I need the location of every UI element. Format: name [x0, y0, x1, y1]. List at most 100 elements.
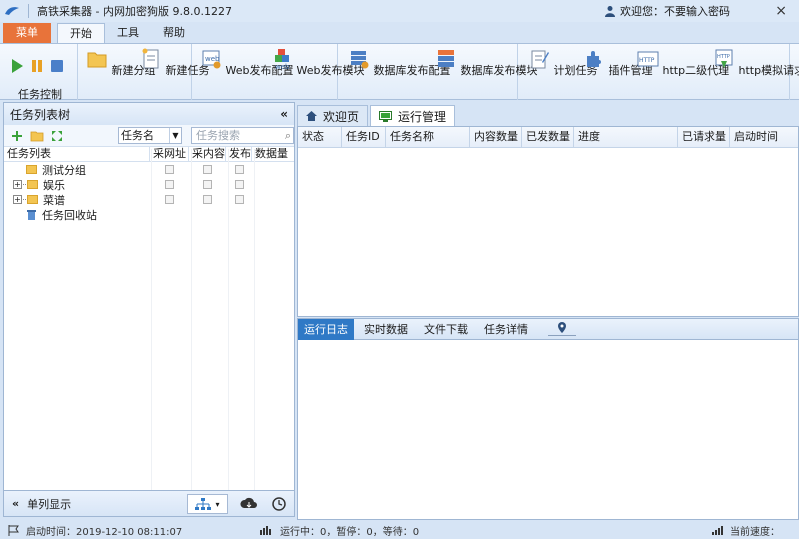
folder-new-icon [87, 52, 107, 68]
col-publish[interactable]: 发布 [226, 147, 252, 161]
app-logo-icon [5, 7, 19, 15]
hierarchy-view-button[interactable]: ▾ [187, 494, 228, 514]
tab-file-download[interactable]: 文件下载 [418, 319, 474, 340]
tree-item-test-group[interactable]: 测试分组 [4, 162, 294, 177]
search-icon[interactable]: ⌕ [285, 128, 291, 143]
ribbon: 任务控制 新建分组 新建任务 web Web发布配置 web Web发布模块 数… [0, 43, 799, 101]
db-module-button[interactable]: 数据库发布模块 [435, 48, 538, 78]
stop-icon[interactable] [50, 58, 64, 74]
publish-checkbox[interactable] [234, 195, 244, 204]
tree-connector [23, 199, 26, 200]
task-search-input[interactable]: 任务搜索 ⌕ [191, 127, 294, 144]
hierarchy-icon [195, 498, 212, 510]
recycle-bin-icon [27, 210, 36, 220]
run-table-header: 状态 任务ID 任务名称 内容数量 已发数量 进度 已请求量 启动时间 [298, 127, 798, 148]
schedule-icon [531, 50, 549, 69]
signal-icon [712, 526, 723, 535]
new-task-icon [142, 48, 159, 69]
task-tree-columns: 任务列表 采网址 采内容 发布 数据量 [4, 147, 294, 162]
expand-icon[interactable]: + [13, 180, 22, 189]
add-icon[interactable] [10, 130, 24, 142]
tab-tools[interactable]: 工具 [105, 23, 151, 43]
folder-icon [27, 180, 38, 189]
http-request-icon: HTTP [715, 49, 733, 68]
db-config-icon [351, 51, 369, 69]
tab-welcome[interactable]: 欢迎页 [297, 105, 369, 126]
col-start-time[interactable]: 启动时间 [730, 127, 798, 147]
tab-start[interactable]: 开始 [57, 23, 105, 43]
column-divider [191, 149, 192, 490]
pause-icon[interactable] [30, 58, 44, 74]
cloud-download-icon[interactable] [240, 497, 258, 511]
single-column-toggle[interactable]: 单列显示 [27, 496, 71, 512]
task-tree-title: 任务列表树 [10, 107, 71, 122]
close-button[interactable]: × [775, 3, 787, 19]
collect-url-checkbox[interactable] [165, 165, 174, 174]
http-request-button[interactable]: HTTP http模拟请求 [713, 48, 799, 78]
column-divider [254, 149, 255, 490]
col-data-count[interactable]: 数据量 [252, 147, 290, 161]
tab-run-log[interactable]: 运行日志 [298, 318, 354, 340]
col-progress[interactable]: 进度 [574, 127, 678, 147]
pin-tab-button[interactable] [548, 322, 576, 336]
tab-task-details[interactable]: 任务详情 [478, 319, 534, 340]
collapse-panel-button[interactable]: « [280, 107, 288, 121]
folder-icon [27, 195, 38, 204]
play-icon[interactable] [10, 58, 24, 74]
start-time-text: 启动时间：2019-12-10 08:11:07 [26, 526, 183, 538]
col-collect-content[interactable]: 采内容 [189, 147, 226, 161]
tab-help[interactable]: 帮助 [151, 23, 197, 43]
publish-checkbox[interactable] [234, 180, 244, 189]
column-divider [228, 149, 229, 490]
tab-run-manager[interactable]: 运行管理 [370, 105, 456, 126]
tree-item-entertainment[interactable]: + 娱乐 [4, 177, 294, 192]
log-panel [297, 340, 799, 520]
filter-select-value: 任务名 [121, 129, 154, 142]
ribbon-tab-bar: 菜单 开始 工具 帮助 [0, 22, 799, 43]
publish-checkbox[interactable] [234, 165, 244, 174]
collect-url-checkbox[interactable] [165, 195, 174, 204]
expand-all-icon[interactable] [50, 130, 64, 142]
run-status-text: 运行中：0，暂停：0，等待：0 [280, 526, 420, 538]
collect-url-checkbox[interactable] [165, 180, 174, 189]
svg-text:HTTP: HTTP [717, 54, 730, 60]
double-left-arrow-icon[interactable]: « [12, 497, 19, 510]
tree-item-label: 菜谱 [43, 193, 65, 207]
col-task-list[interactable]: 任务列表 [4, 147, 150, 161]
expand-icon[interactable]: + [13, 195, 22, 204]
user-welcome[interactable]: 欢迎您：不要输入密码 [604, 3, 730, 19]
task-tree-header: 任务列表树 « [4, 103, 294, 125]
folder-icon[interactable] [30, 130, 44, 142]
task-tree-toolbar: 任务名 ▼ 任务搜索 ⌕ [4, 125, 294, 147]
collect-content-checkbox[interactable] [203, 165, 212, 174]
folder-icon [26, 165, 37, 174]
col-collect-url[interactable]: 采网址 [150, 147, 189, 161]
collect-content-checkbox[interactable] [203, 180, 212, 189]
col-content-count[interactable]: 内容数量 [470, 127, 522, 147]
run-manager-table: 状态 任务ID 任务名称 内容数量 已发数量 进度 已请求量 启动时间 [297, 126, 799, 317]
location-pin-icon [558, 322, 566, 333]
web-config-icon: web [202, 50, 221, 69]
http-request-label: http模拟请求 [738, 64, 799, 77]
filter-select[interactable]: 任务名 ▼ [118, 127, 182, 144]
task-search-placeholder: 任务搜索 [196, 129, 240, 142]
menu-button[interactable]: 菜单 [3, 23, 51, 43]
collect-content-checkbox[interactable] [203, 195, 212, 204]
svg-text:web: web [275, 63, 290, 70]
col-task-name[interactable]: 任务名称 [386, 127, 470, 147]
title-separator [28, 4, 29, 18]
monitor-icon [379, 110, 393, 122]
document-tabs: 欢迎页 运行管理 [297, 104, 799, 126]
clock-icon[interactable] [272, 497, 286, 511]
col-task-id[interactable]: 任务ID [342, 127, 386, 147]
col-requested-count[interactable]: 已请求量 [678, 127, 730, 147]
tree-item-recipes[interactable]: + 菜谱 [4, 192, 294, 207]
flag-icon [8, 524, 19, 536]
col-published-count[interactable]: 已发数量 [522, 127, 574, 147]
col-status[interactable]: 状态 [298, 127, 342, 147]
task-control-label: 任务控制 [18, 88, 62, 101]
tab-realtime-data[interactable]: 实时数据 [358, 319, 414, 340]
title-bar: 高铁采集器 - 内网加密狗版 9.8.0.1227 欢迎您：不要输入密码 × [0, 0, 799, 22]
db-module-label: 数据库发布模块 [460, 64, 538, 77]
tree-item-recycle-bin[interactable]: 任务回收站 [4, 207, 294, 222]
